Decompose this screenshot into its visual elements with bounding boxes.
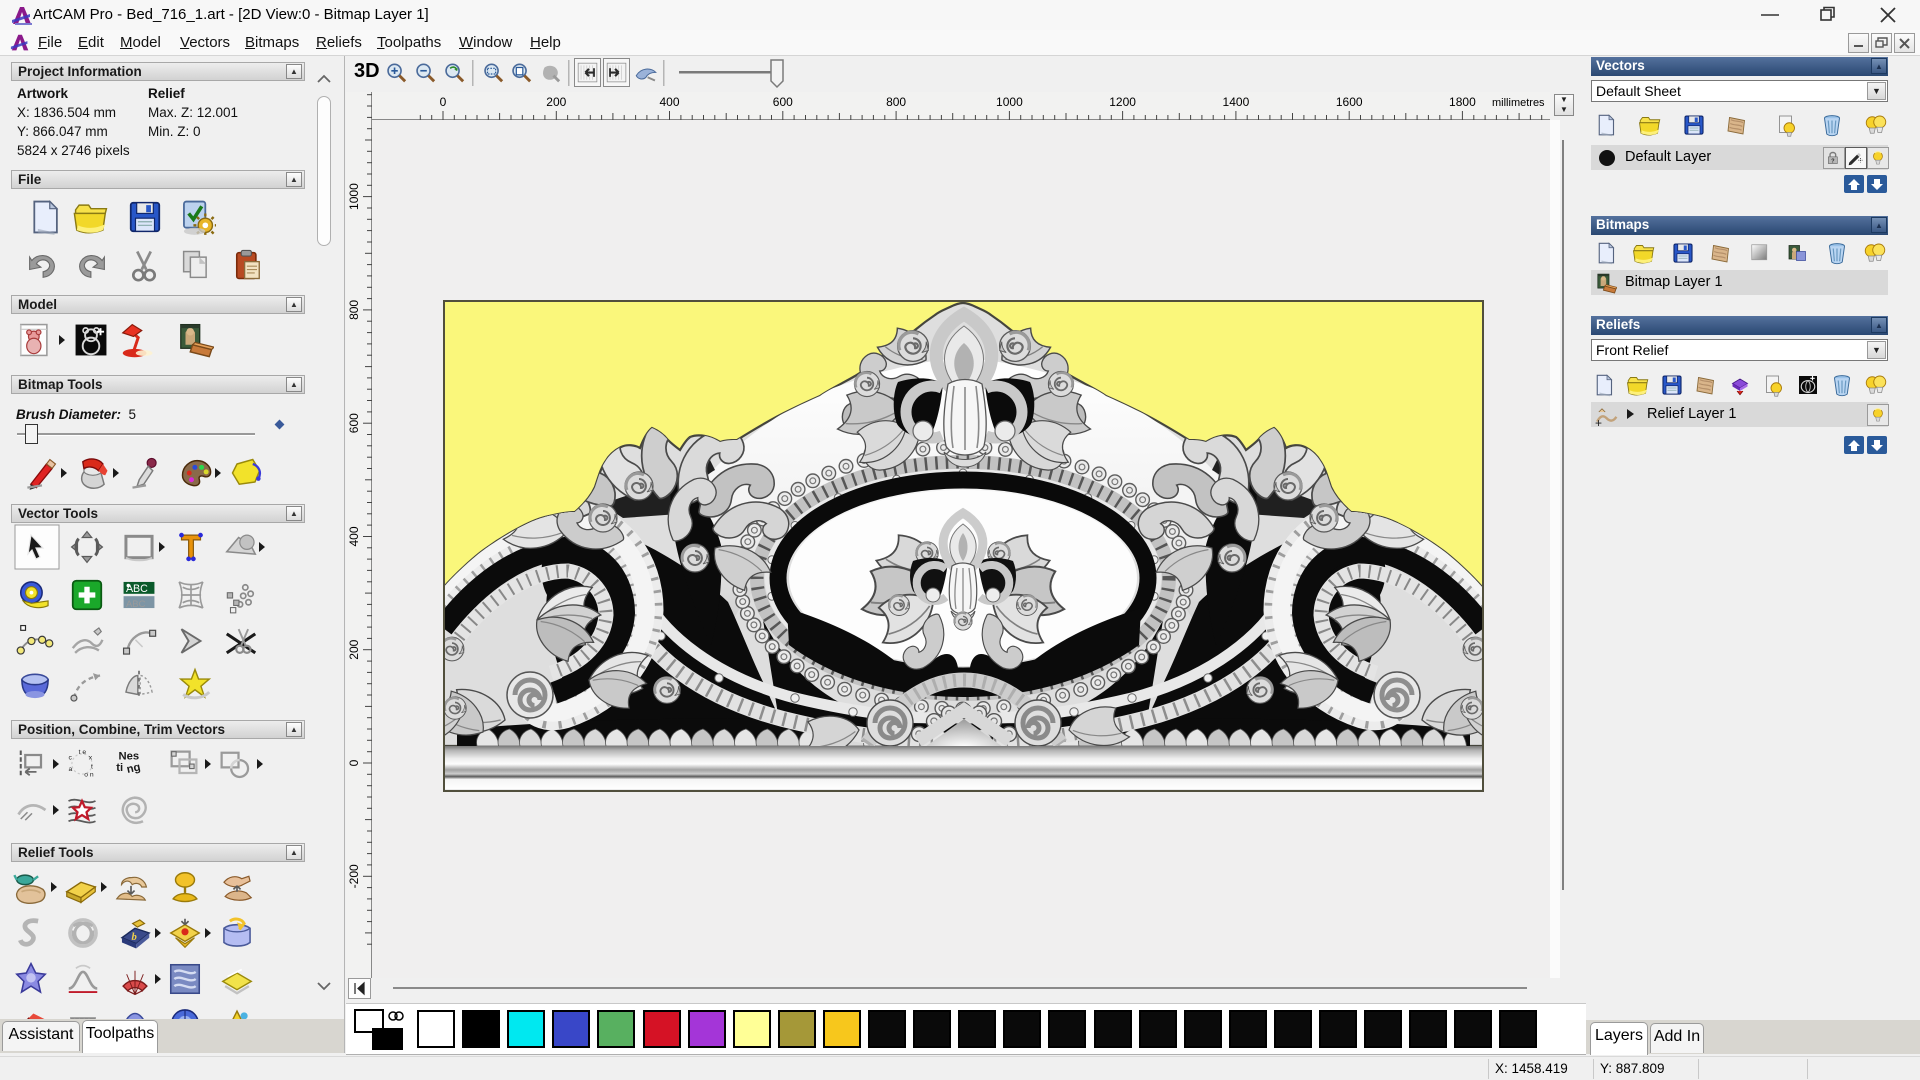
svg-text:c: c [69, 755, 73, 762]
svg-text:t: t [91, 764, 93, 771]
svg-text:1200: 1200 [1109, 95, 1136, 109]
svg-text:x: x [89, 755, 93, 762]
svg-text:b: b [131, 931, 137, 943]
svg-text:400: 400 [347, 526, 361, 546]
svg-text:1600: 1600 [1336, 95, 1363, 109]
svg-text:o n: o n [84, 771, 94, 778]
svg-text:?: ? [1831, 158, 1835, 164]
svg-text:400: 400 [659, 95, 679, 109]
svg-text:600: 600 [773, 95, 793, 109]
svg-text:ng: ng [126, 761, 142, 776]
svg-text:1000: 1000 [996, 95, 1023, 109]
svg-text:ti: ti [116, 762, 123, 774]
svg-text:ABC: ABC [126, 599, 146, 610]
svg-text:t e: t e [79, 749, 87, 756]
svg-text:0: 0 [440, 95, 447, 109]
svg-text:200: 200 [546, 95, 566, 109]
svg-text:1400: 1400 [1223, 95, 1250, 109]
svg-text:800: 800 [347, 300, 361, 320]
svg-text:Nes: Nes [119, 751, 140, 763]
svg-text:0: 0 [347, 759, 361, 766]
svg-text:a: a [69, 766, 73, 773]
svg-text:600: 600 [347, 413, 361, 433]
svg-text:1800: 1800 [1449, 95, 1476, 109]
svg-text:1000: 1000 [347, 183, 361, 210]
svg-text:+: + [1595, 416, 1602, 428]
svg-text:200: 200 [347, 639, 361, 659]
svg-text:800: 800 [886, 95, 906, 109]
svg-text:-200: -200 [347, 864, 361, 888]
